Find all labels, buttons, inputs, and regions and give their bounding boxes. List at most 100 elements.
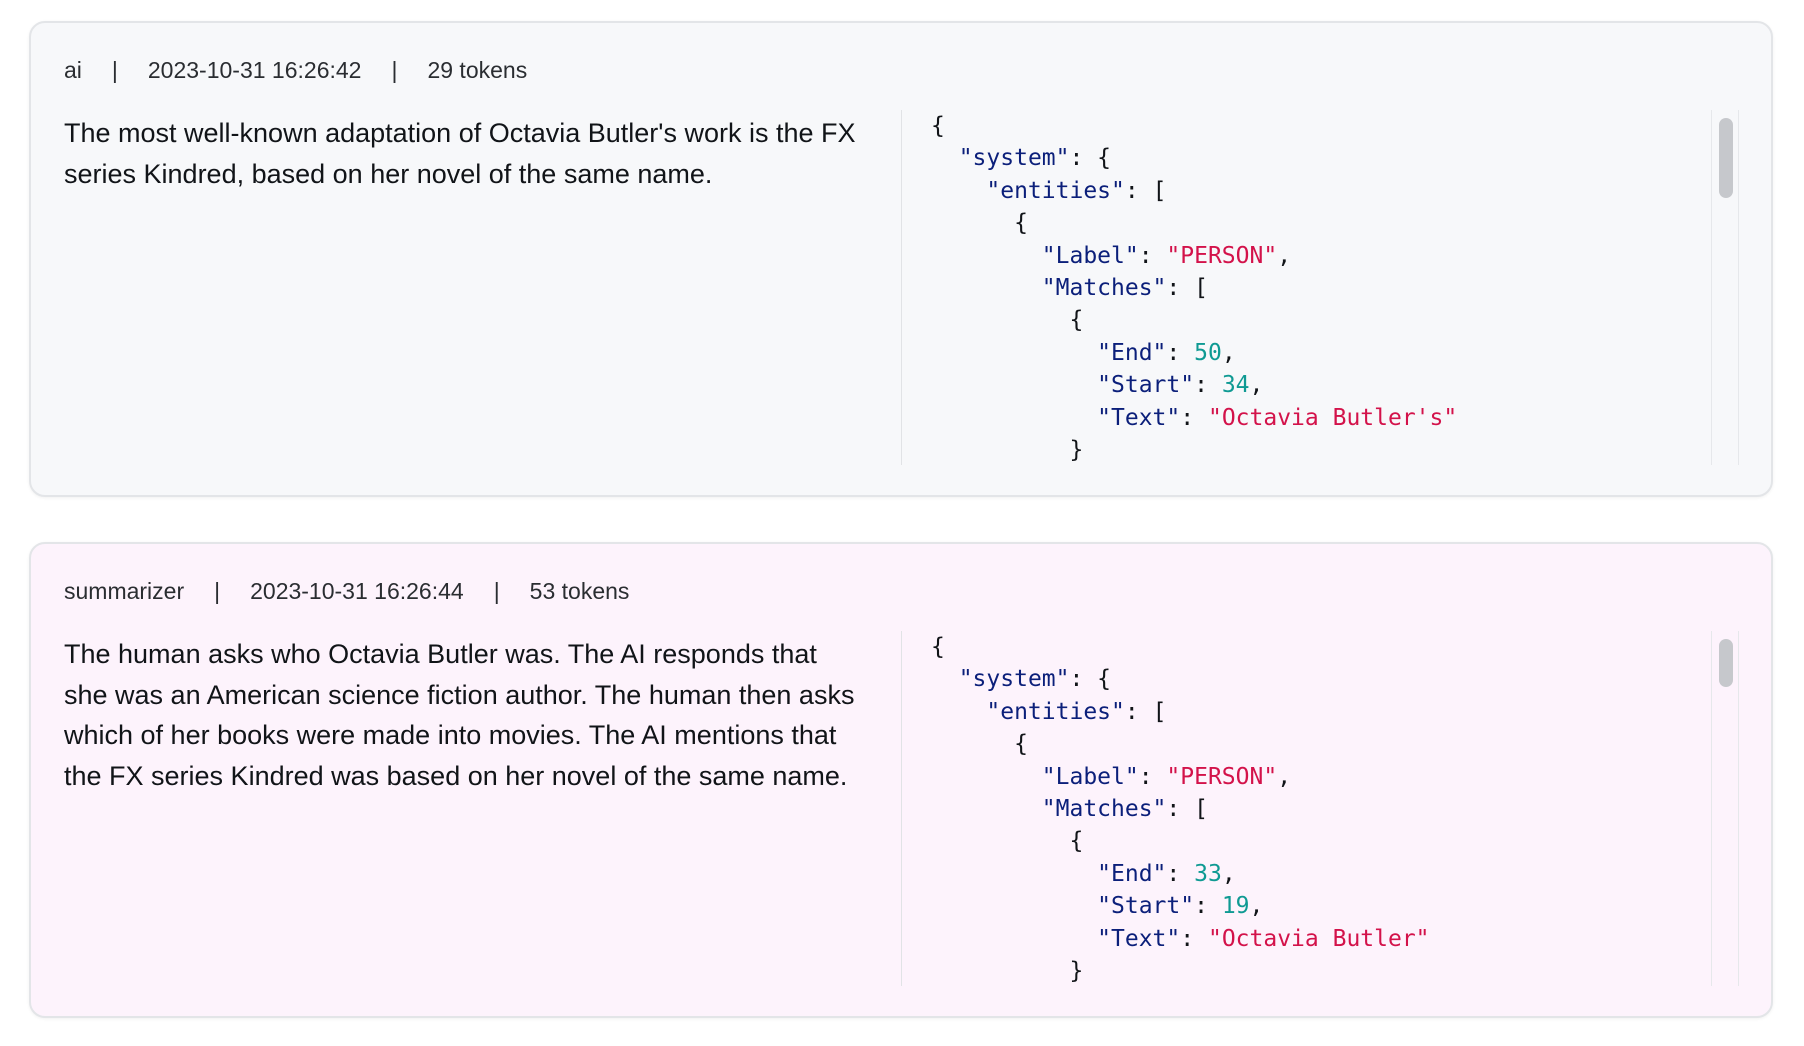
json-punctuation xyxy=(931,405,1097,431)
json-line: "Start": 19, xyxy=(931,893,1263,919)
json-punctuation: , xyxy=(1249,893,1264,920)
json-number-value: 50 xyxy=(1194,339,1222,366)
json-line: "End": 33, xyxy=(931,861,1236,887)
meta-separator: | xyxy=(111,57,118,83)
message-timestamp: 2023-10-31 16:26:42 xyxy=(147,57,362,83)
json-punctuation xyxy=(931,145,959,171)
json-punctuation xyxy=(931,796,1042,822)
json-punctuation xyxy=(931,243,1042,269)
json-line: "system": { xyxy=(931,145,1111,171)
json-punctuation xyxy=(931,275,1042,301)
json-number-value: 34 xyxy=(1221,372,1250,399)
json-line: "entities": [ xyxy=(931,699,1166,725)
panel-divider xyxy=(901,631,902,986)
json-key: "Label" xyxy=(1041,763,1139,790)
meta-separator: | xyxy=(214,578,221,604)
json-punctuation: , xyxy=(1221,860,1236,887)
json-punctuation: : [ xyxy=(1124,177,1167,204)
json-line: "Label": "PERSON", xyxy=(931,243,1291,269)
json-punctuation xyxy=(931,372,1097,398)
json-line: { xyxy=(931,731,1028,757)
json-key: "system" xyxy=(958,666,1070,693)
json-line: "Text": "Octavia Butler" xyxy=(931,925,1430,952)
json-punctuation: : xyxy=(1138,763,1167,790)
scrollbar-thumb[interactable] xyxy=(1719,639,1733,687)
json-punctuation: : [ xyxy=(1166,275,1208,302)
json-punctuation: : xyxy=(1138,242,1167,269)
json-string-value: "PERSON" xyxy=(1166,242,1278,269)
scrollbar-thumb[interactable] xyxy=(1719,118,1733,198)
json-key: "Label" xyxy=(1041,242,1139,269)
json-key: "system" xyxy=(958,145,1070,172)
json-punctuation: : xyxy=(1166,339,1195,366)
json-metadata-panel[interactable]: { "system": { "entities": [ { "Label": "… xyxy=(931,110,1711,465)
json-punctuation xyxy=(931,178,986,204)
json-punctuation: , xyxy=(1249,372,1264,399)
json-punctuation: , xyxy=(1221,339,1236,366)
json-key: "Start" xyxy=(1097,893,1195,920)
json-line: "Text": "Octavia Butler's" xyxy=(931,405,1457,431)
json-punctuation: : [ xyxy=(1166,796,1208,823)
json-line: { xyxy=(931,828,1083,854)
json-line: { xyxy=(931,113,945,139)
json-number-value: 33 xyxy=(1194,860,1222,887)
json-key: "entities" xyxy=(986,698,1125,725)
json-punctuation xyxy=(931,926,1097,952)
json-string-value: "Octavia Butler" xyxy=(1207,925,1430,952)
json-string-value: "Octavia Butler's" xyxy=(1207,404,1458,431)
json-line: } xyxy=(931,958,1083,984)
json-punctuation: , xyxy=(1277,763,1292,790)
json-punctuation xyxy=(931,666,959,692)
json-code: { "system": { "entities": [ { "Label": "… xyxy=(931,110,1711,465)
message-card-summarizer: summarizer | 2023-10-31 16:26:44 | 53 to… xyxy=(29,542,1773,1018)
json-metadata-panel[interactable]: { "system": { "entities": [ { "Label": "… xyxy=(931,631,1711,986)
json-punctuation: } xyxy=(931,958,1084,985)
json-punctuation: { xyxy=(931,828,1084,855)
message-text: The most well-known adaptation of Octavi… xyxy=(64,118,856,189)
json-line: "Matches": [ xyxy=(931,796,1208,822)
json-number-value: 19 xyxy=(1221,893,1250,920)
json-key: "Matches" xyxy=(1041,796,1167,823)
json-key: "entities" xyxy=(986,177,1125,204)
message-meta: ai | 2023-10-31 16:26:42 | 29 tokens xyxy=(64,57,527,84)
json-punctuation: { xyxy=(931,113,945,139)
json-punctuation xyxy=(931,764,1042,790)
message-text: The human asks who Octavia Butler was. T… xyxy=(64,639,855,791)
message-token-count: 53 tokens xyxy=(529,578,630,604)
json-punctuation: : xyxy=(1166,860,1195,887)
json-scrollbar[interactable] xyxy=(1711,631,1739,986)
json-line: "entities": [ xyxy=(931,178,1166,204)
json-line: "Start": 34, xyxy=(931,372,1263,398)
json-line: "Label": "PERSON", xyxy=(931,764,1291,790)
json-line: "system": { xyxy=(931,666,1111,692)
json-punctuation: : xyxy=(1180,404,1208,431)
json-line: } xyxy=(931,437,1083,463)
json-punctuation: : xyxy=(1194,893,1222,920)
json-code: { "system": { "entities": [ { "Label": "… xyxy=(931,631,1711,986)
json-key: "Text" xyxy=(1097,404,1181,431)
json-punctuation: { xyxy=(931,634,945,660)
json-punctuation: : xyxy=(1194,372,1222,399)
json-line: { xyxy=(931,307,1083,333)
json-line: "End": 50, xyxy=(931,340,1236,366)
json-line: "Matches": [ xyxy=(931,275,1208,301)
json-punctuation: : { xyxy=(1069,145,1112,172)
json-punctuation: , xyxy=(1277,242,1292,269)
message-token-count: 29 tokens xyxy=(427,57,528,83)
message-meta: summarizer | 2023-10-31 16:26:44 | 53 to… xyxy=(64,578,629,605)
json-line: { xyxy=(931,210,1028,236)
json-scrollbar[interactable] xyxy=(1711,110,1739,465)
json-punctuation: : { xyxy=(1069,666,1112,693)
json-punctuation: { xyxy=(931,307,1084,334)
message-card-ai: ai | 2023-10-31 16:26:42 | 29 tokens The… xyxy=(29,21,1773,497)
json-punctuation xyxy=(931,340,1097,366)
json-punctuation xyxy=(931,699,986,725)
json-key: "End" xyxy=(1097,860,1167,887)
message-timestamp: 2023-10-31 16:26:44 xyxy=(250,578,464,604)
meta-separator: | xyxy=(493,578,500,604)
json-punctuation: : xyxy=(1180,925,1208,952)
json-key: "End" xyxy=(1097,339,1167,366)
panel-divider xyxy=(901,110,902,465)
json-punctuation: } xyxy=(931,437,1084,464)
json-key: "Text" xyxy=(1097,925,1181,952)
